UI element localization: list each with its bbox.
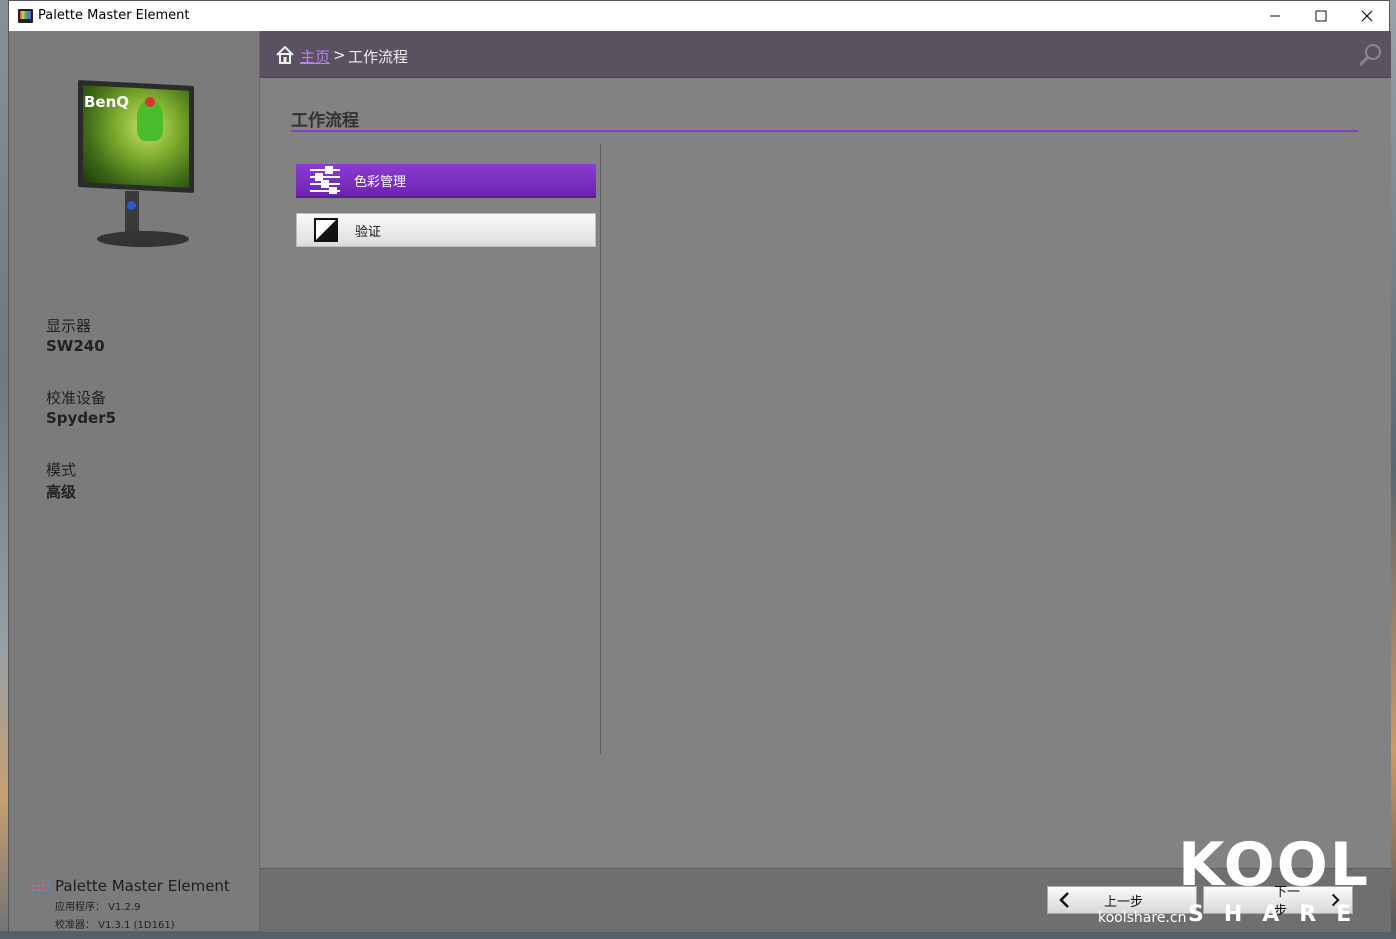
page-title: 工作流程 bbox=[291, 111, 359, 131]
main-panel: 工作流程 色彩管理 验证 bbox=[260, 78, 1391, 868]
brand-logo-icon bbox=[29, 881, 49, 891]
desktop-background-left bbox=[0, 0, 8, 939]
home-icon[interactable] bbox=[276, 46, 294, 64]
app-version: 应用程序： V1.2.9 bbox=[55, 902, 141, 913]
frog-image bbox=[137, 97, 163, 141]
brand-name: Palette Master Element bbox=[55, 877, 230, 895]
mode-value: 高级 bbox=[46, 483, 77, 501]
search-icon[interactable] bbox=[1357, 42, 1383, 68]
close-icon bbox=[1361, 10, 1373, 22]
title-divider bbox=[291, 130, 1358, 132]
close-button[interactable] bbox=[1344, 1, 1390, 31]
monitor-image: BenQ bbox=[75, 79, 197, 251]
watermark-sub: SHARE bbox=[1188, 902, 1372, 927]
display-value: SW240 bbox=[46, 337, 105, 355]
breadcrumb-current: 工作流程 bbox=[348, 48, 409, 66]
window-title: Palette Master Element bbox=[38, 8, 190, 23]
app-icon bbox=[18, 9, 33, 23]
sliders-icon bbox=[310, 166, 340, 194]
maximize-button[interactable] bbox=[1298, 1, 1344, 31]
device-label: 校准设备 bbox=[46, 389, 107, 407]
minimize-button[interactable] bbox=[1252, 1, 1298, 31]
workflow-verify-button[interactable]: 验证 bbox=[296, 213, 596, 247]
workflow-color-management-button[interactable]: 色彩管理 bbox=[296, 164, 596, 198]
watermark-brand: KOOL bbox=[1178, 830, 1371, 900]
contrast-icon bbox=[314, 218, 338, 242]
previous-step-label: 上一步 bbox=[1104, 894, 1144, 910]
title-bar[interactable]: Palette Master Element bbox=[9, 1, 1389, 31]
app-window: Palette Master Element BenQ 显示器 SW240 校准… bbox=[8, 0, 1391, 932]
device-value: Spyder5 bbox=[46, 409, 117, 427]
breadcrumb: 主页 > 工作流程 bbox=[260, 31, 1391, 78]
chevron-left-icon bbox=[1059, 892, 1069, 908]
monitor-logo: BenQ bbox=[84, 93, 130, 111]
breadcrumb-separator: > bbox=[333, 46, 346, 64]
breadcrumb-home-link[interactable]: 主页 bbox=[300, 46, 330, 67]
sidebar: BenQ 显示器 SW240 校准设备 Spyder5 模式 高级 Palett… bbox=[9, 31, 260, 931]
display-label: 显示器 bbox=[46, 317, 92, 335]
maximize-icon bbox=[1315, 10, 1327, 22]
watermark-url: koolshare.cn bbox=[1098, 910, 1187, 926]
mode-label: 模式 bbox=[46, 461, 77, 479]
calibrator-version: 校准器： V1.3.1 (1D161) bbox=[55, 920, 175, 931]
minimize-icon bbox=[1270, 15, 1280, 17]
koolshare-watermark: KOOL SHARE koolshare.cn bbox=[1098, 830, 1378, 935]
workflow-verify-label: 验证 bbox=[355, 224, 382, 240]
panel-divider bbox=[600, 144, 601, 754]
workflow-color-management-label: 色彩管理 bbox=[354, 174, 407, 190]
